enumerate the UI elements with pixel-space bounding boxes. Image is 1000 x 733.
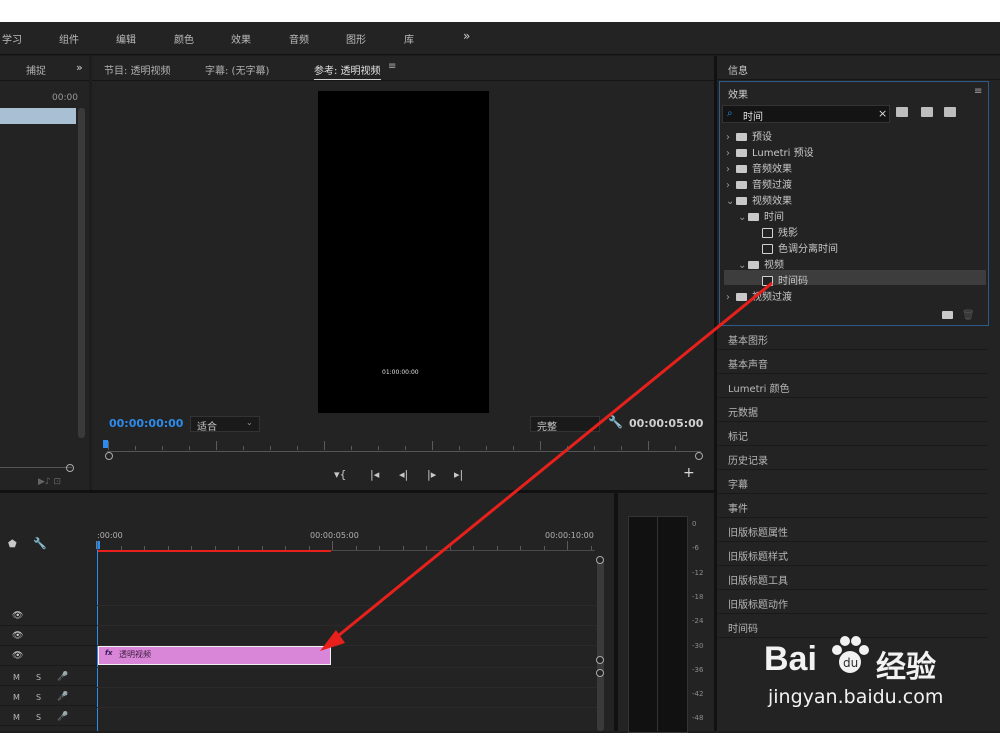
watermark-url: jingyan.baidu.com (768, 686, 944, 708)
scrub-ruler-tick (270, 446, 271, 450)
timeline-ruler-tick (473, 546, 474, 550)
scrub-ruler-tick (108, 441, 109, 450)
timeline-ruler-tick (449, 546, 451, 550)
scrub-ruler-tick (297, 446, 298, 450)
scrub-ruler-tick (432, 441, 433, 450)
scrub-ruler-tick (243, 446, 244, 450)
timeline-ruler-tick (567, 541, 568, 550)
timeline-ruler-tick (214, 546, 216, 550)
svg-text:du: du (843, 656, 858, 670)
scrub-ruler-tick (378, 446, 379, 450)
scrub-ruler-tick (675, 446, 676, 450)
timeline-ruler-tick (261, 546, 263, 550)
timeline-ruler-tick (238, 546, 239, 550)
scrub-ruler-tick (216, 441, 217, 450)
scrub-ruler-tick (189, 446, 190, 450)
scrub-ruler-tick (162, 446, 163, 450)
timeline-ruler-tick (144, 546, 145, 550)
scrub-ruler-tick (324, 441, 325, 450)
scrub-ruler-tick (459, 446, 460, 450)
scrub-ruler-tick (486, 446, 487, 450)
scrub-ruler-tick (135, 446, 136, 450)
timeline-ruler-tick (167, 546, 169, 550)
watermark-brand-right: 经验 (876, 650, 936, 685)
scrub-ruler-tick (540, 441, 541, 450)
watermark-brand-left: Bai (764, 640, 817, 678)
scrub-ruler-tick (351, 446, 352, 450)
timeline-ruler-tick (120, 546, 122, 550)
scrub-ruler-tick (405, 446, 406, 450)
scrub-ruler-tick (648, 441, 649, 450)
timeline-ruler-tick (379, 546, 380, 550)
timeline-ruler-tick (496, 546, 498, 550)
timeline-ruler-tick (355, 546, 357, 550)
baidu-watermark: Bai du 经验 jingyan.baidu.com (764, 620, 994, 720)
timeline-ruler-tick (285, 546, 286, 550)
timeline-ruler-tick (590, 546, 592, 550)
timeline-ruler-tick (402, 546, 404, 550)
timeline-ruler-tick (332, 541, 333, 550)
timeline-ruler-tick (97, 541, 98, 550)
scrub-ruler-tick (621, 446, 622, 450)
timeline-ruler-tick (426, 546, 427, 550)
timeline-ruler-tick (543, 546, 545, 550)
scrub-ruler-tick (513, 446, 514, 450)
scrub-ruler-tick (567, 446, 568, 450)
scrub-ruler-tick (594, 446, 595, 450)
timeline-ruler-tick (191, 546, 192, 550)
paw-logo-icon: du (828, 634, 872, 678)
timeline-ruler-tick (520, 546, 521, 550)
timeline-ruler-tick (308, 546, 310, 550)
